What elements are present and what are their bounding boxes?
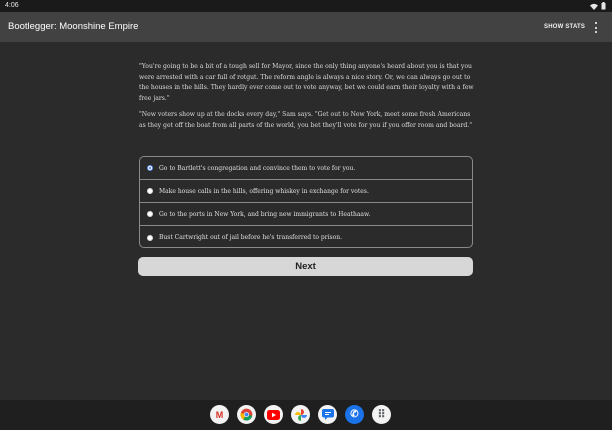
story-text: "You're going to be a bit of a tough sel…: [139, 62, 475, 137]
next-button[interactable]: Next: [138, 257, 473, 276]
youtube-icon[interactable]: [264, 405, 283, 424]
status-time: 4:06: [5, 2, 19, 9]
app-dock: M ✆ ⠿: [210, 405, 391, 424]
chrome-icon[interactable]: [237, 405, 256, 424]
radio-icon[interactable]: [147, 188, 153, 194]
choice-option[interactable]: Make house calls in the hills, offering …: [140, 180, 472, 203]
radio-selected-icon[interactable]: [147, 165, 153, 171]
choice-label: Make house calls in the hills, offering …: [159, 187, 369, 195]
radio-icon[interactable]: [147, 211, 153, 217]
choice-label: Go to the ports in New York, and bring n…: [159, 210, 371, 218]
messages-icon[interactable]: [318, 405, 337, 424]
status-bar: 4:06: [0, 0, 612, 12]
system-icons: [590, 0, 606, 12]
choice-list: Go to Bartlett's congregation and convin…: [139, 156, 473, 248]
photos-icon[interactable]: [291, 405, 310, 424]
app-drawer-icon[interactable]: ⠿: [372, 405, 391, 424]
show-stats-button[interactable]: SHOW STATS: [544, 12, 585, 42]
radio-icon[interactable]: [147, 234, 153, 241]
story-paragraph: "New voters show up at the docks every d…: [139, 111, 473, 129]
gmail-icon[interactable]: M: [210, 405, 229, 424]
choice-option[interactable]: Go to the ports in New York, and bring n…: [140, 203, 472, 226]
choice-label: Bust Cartwright out of jail before he's …: [159, 234, 343, 241]
app-title: Bootlegger: Moonshine Empire: [8, 21, 139, 32]
story-paragraph: "You're going to be a bit of a tough sel…: [139, 63, 474, 102]
wifi-icon: [590, 3, 598, 10]
choice-option[interactable]: Bust Cartwright out of jail before he's …: [140, 226, 472, 247]
battery-icon: [601, 2, 606, 10]
overflow-menu-icon[interactable]: [592, 21, 600, 34]
phone-icon[interactable]: ✆: [345, 405, 364, 424]
choice-option[interactable]: Go to Bartlett's congregation and convin…: [140, 157, 472, 180]
app-bar: Bootlegger: Moonshine Empire SHOW STATS: [0, 12, 612, 42]
choice-label: Go to Bartlett's congregation and convin…: [159, 164, 356, 172]
